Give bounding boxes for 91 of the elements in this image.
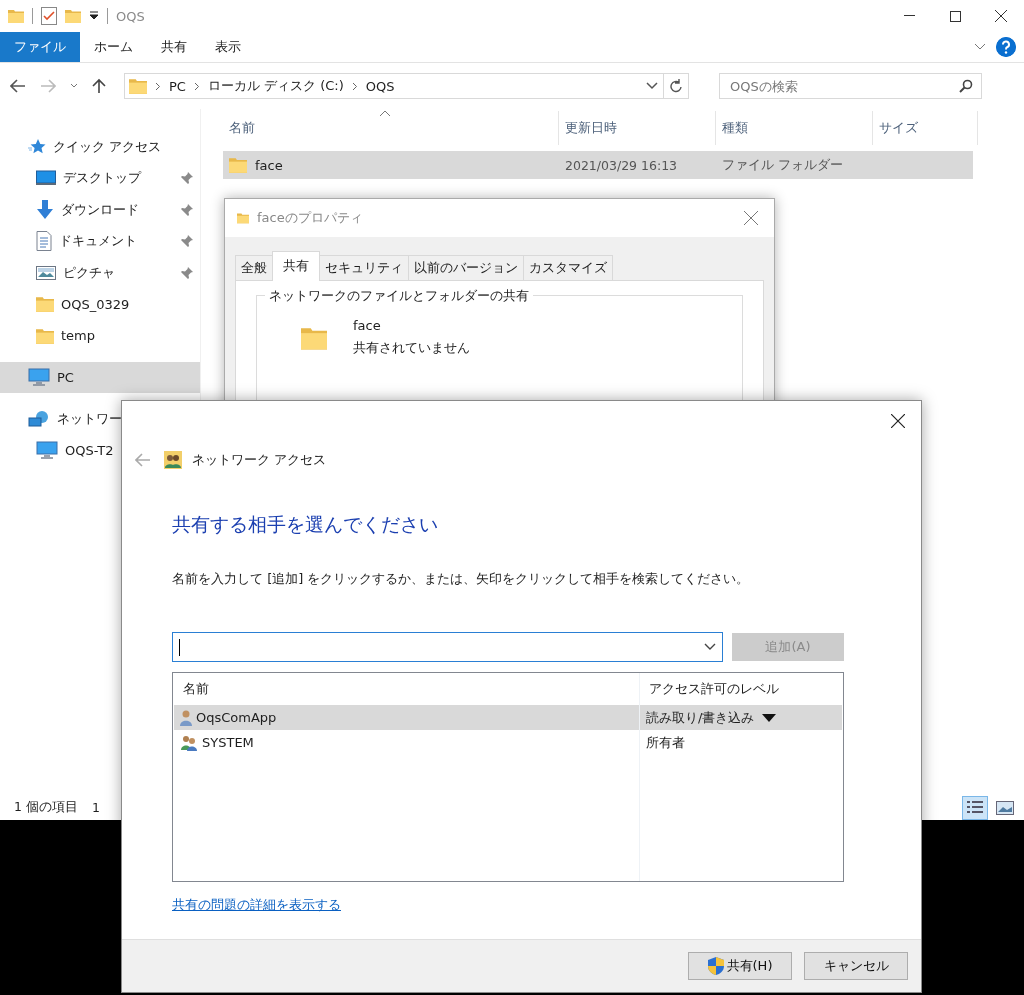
user-name: SYSTEM [202, 735, 254, 750]
breadcrumb[interactable]: OQS [365, 78, 395, 94]
permission-row[interactable]: SYSTEM 所有者 [174, 730, 842, 755]
sidebar-item[interactable]: ピクチャ [0, 257, 200, 289]
breadcrumb[interactable]: PC [169, 78, 186, 94]
window-title: OQS [116, 8, 145, 24]
refresh-icon[interactable] [670, 79, 682, 93]
close-icon[interactable] [995, 10, 1007, 22]
sidebar-item[interactable]: temp [0, 320, 200, 352]
file-type: ファイル フォルダー [722, 156, 843, 174]
item-count: 1 個の項目 [14, 799, 78, 816]
name-input-field[interactable] [172, 632, 723, 662]
picture-icon [36, 264, 56, 281]
column-header[interactable]: 種類 [716, 111, 873, 145]
maximize-icon[interactable] [949, 10, 961, 22]
pin-icon[interactable] [180, 202, 194, 217]
user-icon [180, 709, 192, 726]
column-header[interactable]: 更新日時 [559, 111, 716, 145]
group-title: ネットワークのファイルとフォルダーの共有 [265, 287, 533, 305]
ribbon-tab[interactable]: ファイル [0, 32, 80, 62]
properties-check-icon[interactable] [41, 7, 57, 25]
chevron-icon[interactable] [155, 81, 161, 91]
sort-caret-icon [379, 109, 391, 117]
column-header[interactable]: 名前 [173, 680, 639, 698]
shield-icon [707, 957, 724, 975]
sidebar-item[interactable]: PC [0, 361, 200, 393]
pin-icon[interactable] [180, 171, 194, 186]
selection-count: 1 [91, 800, 100, 815]
column-header[interactable]: アクセス許可のレベル [639, 680, 779, 698]
chevron-icon[interactable] [351, 81, 358, 91]
details-link[interactable]: 共有の問題の詳細を表示する [172, 896, 341, 914]
dialog-title: faceのプロパティ [257, 209, 363, 227]
folder-icon [65, 7, 81, 25]
folder-icon [129, 76, 147, 96]
file-name: face [255, 157, 283, 173]
help-icon[interactable] [996, 37, 1016, 57]
download-arrow-icon [36, 199, 54, 220]
users-icon [164, 451, 182, 469]
recent-dropdown-icon[interactable] [70, 83, 78, 89]
instruction-text: 名前を入力して [追加] をクリックするか、または、矢印をクリックして相手を検索してください。 [172, 570, 751, 588]
ribbon-tab[interactable]: ホーム [80, 32, 147, 62]
pin-icon[interactable] [180, 265, 194, 280]
sidebar-item[interactable]: クイック アクセス [0, 131, 200, 163]
search-icon[interactable] [959, 79, 973, 93]
folder-icon [8, 7, 24, 25]
ribbon-tab[interactable]: 表示 [201, 32, 255, 62]
column-header[interactable]: サイズ [873, 111, 978, 145]
dialog-heading: 共有する相手を選んでください [172, 512, 439, 537]
dropdown-arrow-icon[interactable] [762, 713, 777, 722]
dialog-tab[interactable]: カスタマイズ [523, 255, 613, 280]
back-arrow-icon[interactable] [10, 79, 26, 93]
permission-row[interactable]: OqsComApp 読み取り/書き込み [174, 705, 842, 730]
search-field[interactable]: OQSの検索 [719, 73, 982, 99]
breadcrumb[interactable]: ローカル ディスク (C:) [207, 77, 344, 95]
pin-icon[interactable] [180, 234, 194, 249]
minimize-icon[interactable] [903, 15, 915, 17]
modified-date: 2021/03/29 16:13 [565, 157, 678, 173]
file-row[interactable]: face 2021/03/29 16:13 ファイル フォルダー [223, 151, 973, 179]
address-bar[interactable]: PC ローカル ディスク (C:) OQS [124, 73, 689, 99]
sidebar-item[interactable]: OQS_0329 [0, 288, 200, 320]
dialog-tab[interactable]: 共有 [272, 251, 320, 281]
sidebar-item[interactable]: ネットワー [0, 403, 200, 435]
network-icon [28, 409, 50, 428]
desktop-icon [36, 170, 56, 187]
share-button[interactable]: 共有(H) [688, 952, 792, 980]
folder-icon [229, 155, 247, 175]
column-header[interactable]: 名前 [223, 111, 559, 145]
chevron-icon[interactable] [193, 81, 200, 91]
customize-dropdown-icon[interactable] [89, 11, 99, 21]
share-status: 共有されていません [353, 339, 470, 357]
close-icon[interactable] [891, 414, 905, 428]
user-name: OqsComApp [196, 710, 277, 725]
ribbon-tab[interactable]: 共有 [147, 32, 201, 62]
permission-level: 読み取り/書き込み [646, 708, 755, 727]
expand-ribbon-icon[interactable] [974, 43, 986, 51]
permission-level: 所有者 [646, 733, 685, 752]
dialog-tab[interactable]: 全般 [235, 255, 273, 280]
folder-name: face [353, 318, 382, 333]
sidebar-item[interactable]: ドキュメント [0, 225, 200, 257]
computer-icon [36, 441, 58, 460]
sidebar-item[interactable]: ダウンロード [0, 194, 200, 226]
star-icon [28, 138, 46, 155]
cancel-button[interactable]: キャンセル [804, 952, 908, 980]
sidebar-item[interactable]: デスクトップ [0, 162, 200, 194]
dialog-title: ネットワーク アクセス [192, 451, 327, 469]
details-view-icon[interactable] [966, 799, 984, 816]
large-icons-view-icon[interactable] [996, 800, 1014, 815]
computer-icon [28, 368, 50, 387]
document-icon [36, 231, 52, 252]
user-group-icon [180, 734, 198, 751]
up-arrow-icon[interactable] [92, 78, 106, 94]
